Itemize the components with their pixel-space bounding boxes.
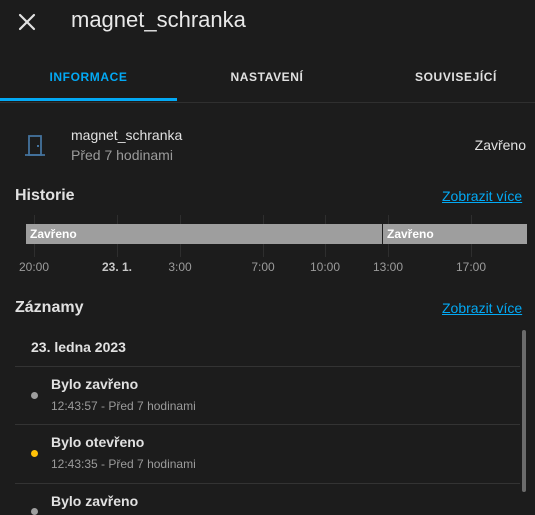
state-dot bbox=[31, 392, 38, 399]
logbook-more-link[interactable]: Zobrazit více bbox=[442, 300, 522, 316]
log-entry-title: Bylo zavřeno bbox=[51, 493, 139, 509]
timeline-segment[interactable]: Zavřeno bbox=[383, 224, 527, 244]
history-more-link[interactable]: Zobrazit více bbox=[442, 188, 522, 204]
entity-name: magnet_schranka bbox=[71, 127, 183, 143]
history-title: Historie bbox=[15, 187, 75, 204]
axis-tick: 13:00 bbox=[372, 260, 404, 274]
timeline-segment-label: Zavřeno bbox=[387, 227, 434, 241]
axis-tick: 20:00 bbox=[18, 260, 50, 274]
log-entry-time: 12:43:35 - Před 7 hodinami bbox=[51, 457, 196, 471]
tab-informace[interactable]: INFORMACE bbox=[0, 54, 177, 100]
active-tab-indicator bbox=[0, 98, 177, 101]
entity-last-changed: Před 7 hodinami bbox=[71, 147, 173, 163]
log-entry-title: Bylo otevřeno bbox=[51, 434, 145, 450]
state-dot bbox=[31, 450, 38, 457]
axis-tick: 7:00 bbox=[251, 260, 275, 274]
divider bbox=[15, 424, 520, 425]
axis-tick: 17:00 bbox=[455, 260, 487, 274]
log-entry-title: Bylo zavřeno bbox=[51, 376, 139, 392]
tab-bar: INFORMACE NASTAVENÍ SOUVISEJÍCÍ bbox=[0, 54, 535, 103]
divider bbox=[15, 366, 520, 367]
axis-tick: 3:00 bbox=[168, 260, 192, 274]
logbook-title: Záznamy bbox=[15, 299, 84, 316]
timeline-segment-label: Zavřeno bbox=[30, 227, 77, 241]
close-icon[interactable] bbox=[16, 11, 38, 33]
dialog-title: magnet_schranka bbox=[71, 7, 246, 32]
door-icon bbox=[23, 134, 47, 158]
state-dot bbox=[31, 508, 38, 515]
axis-tick: 23. 1. bbox=[101, 260, 133, 274]
history-timeline[interactable]: Zavřeno Zavřeno bbox=[26, 224, 527, 244]
scrollbar[interactable] bbox=[522, 330, 526, 492]
tab-nastaveni[interactable]: NASTAVENÍ bbox=[178, 54, 356, 100]
timeline-segment[interactable]: Zavřeno bbox=[26, 224, 382, 244]
entity-state: Zavřeno bbox=[474, 137, 526, 153]
log-entry-time: 12:43:57 - Před 7 hodinami bbox=[51, 399, 196, 413]
divider bbox=[15, 483, 520, 484]
axis-tick: 10:00 bbox=[309, 260, 341, 274]
logbook-date: 23. ledna 2023 bbox=[31, 339, 126, 355]
tab-souvisejici[interactable]: SOUVISEJÍCÍ bbox=[356, 54, 535, 100]
